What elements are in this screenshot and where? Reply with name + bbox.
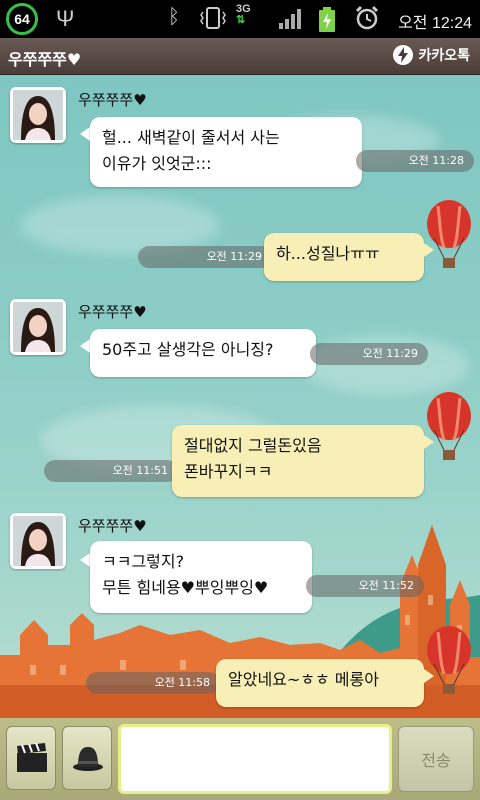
input-bar: 전송 — [0, 718, 480, 800]
status-clock: 오전 12:24 — [398, 15, 472, 32]
message-timestamp: 오전 11:58 — [86, 672, 220, 694]
alarm-icon — [355, 5, 379, 30]
send-button[interactable]: 전송 — [398, 726, 474, 792]
message-timestamp: 오전 11:29 — [310, 343, 428, 365]
message-bubble-incoming[interactable]: 헐... 새벽같이 줄서서 사는 이유가 잇엇군::: — [90, 117, 362, 187]
media-button[interactable] — [6, 726, 56, 790]
bowler-hat-icon — [73, 747, 103, 771]
bubble-tail — [80, 553, 90, 567]
hot-air-balloon-icon — [427, 200, 471, 268]
network-3g-icon: 3G ⇅ — [236, 3, 251, 26]
sender-avatar[interactable] — [10, 87, 66, 143]
usb-icon: Ψ — [56, 6, 75, 31]
battery-percent-indicator: 64 — [6, 3, 38, 35]
message-input[interactable] — [118, 724, 392, 794]
signal-icon — [279, 9, 301, 29]
hot-air-balloon-icon — [427, 626, 471, 694]
message-timestamp: 오전 11:51 — [44, 460, 178, 482]
message-timestamp: 오전 11:29 — [138, 246, 272, 268]
sender-name: 우쭈쭈쭈♥ — [78, 303, 147, 321]
vibrate-icon — [200, 7, 226, 29]
avatar-photo — [13, 90, 63, 140]
emoticon-button[interactable] — [62, 726, 112, 790]
message-bubble-incoming[interactable]: 50주고 살생각은 아니징? — [90, 329, 316, 377]
clapperboard-icon — [17, 743, 47, 772]
sender-avatar[interactable] — [10, 513, 66, 569]
message-bubble-incoming[interactable]: ㅋㅋ그렇지? 무튼 힘네용♥뿌잉뿌잉♥ — [90, 541, 312, 613]
bubble-tail — [80, 127, 90, 141]
message-bubble-outgoing[interactable]: 절대없지 그럴돈있음 폰바꾸지ㅋㅋ — [172, 425, 424, 497]
message-timestamp: 오전 11:28 — [356, 150, 474, 172]
chat-title: 우쭈쭈쭈♥ — [8, 50, 82, 69]
kakaotalk-logo-icon — [393, 45, 414, 65]
battery-charging-icon — [319, 7, 335, 32]
avatar-photo — [13, 302, 63, 352]
sender-avatar[interactable] — [10, 299, 66, 355]
sender-name: 우쭈쭈쭈♥ — [78, 91, 147, 109]
chat-area[interactable]: 우쭈쭈쭈♥ 헐... 새벽같이 줄서서 사는 이유가 잇엇군::: 오전 11:… — [0, 75, 480, 718]
sender-name: 우쭈쭈쭈♥ — [78, 517, 147, 535]
message-bubble-outgoing[interactable]: 하...성질나ㅠㅠ — [264, 233, 424, 281]
bubble-tail — [80, 339, 90, 353]
brand-logo: 카카오톡 — [392, 44, 470, 66]
brand-name: 카카오톡 — [418, 48, 470, 64]
bluetooth-icon: ᛒ — [168, 6, 180, 28]
hot-air-balloon-icon — [427, 392, 471, 460]
avatar-photo — [13, 516, 63, 566]
message-bubble-outgoing[interactable]: 알았네요~ㅎㅎ 메롱아 — [216, 659, 424, 707]
chat-header: 우쭈쭈쭈♥ 카카오톡 — [0, 38, 480, 75]
message-timestamp: 오전 11:52 — [306, 575, 424, 597]
status-bar: 64 Ψ ᛒ 3G ⇅ 오전 12:24 — [0, 0, 480, 38]
